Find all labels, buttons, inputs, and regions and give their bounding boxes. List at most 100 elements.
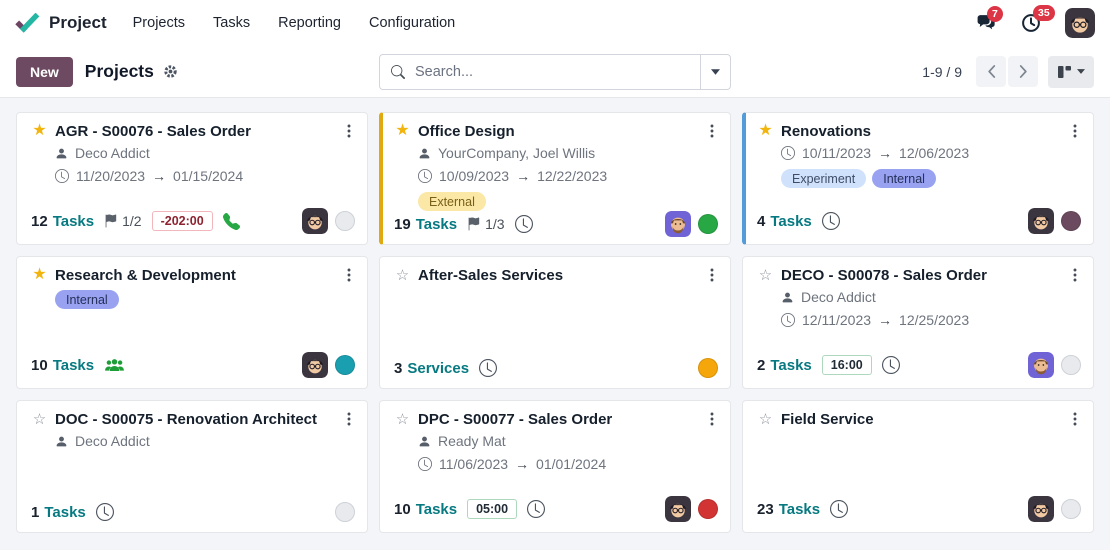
settings-gear-icon[interactable] [163,64,178,79]
search-input[interactable] [407,63,700,80]
avatar-glasses[interactable] [302,208,328,234]
project-card[interactable]: ☆ Field Service 23 Tasks [742,400,1094,533]
menu-item-reporting[interactable]: Reporting [278,0,341,46]
recurrent-clock-icon[interactable] [479,359,498,377]
record-count-link[interactable]: 4 Tasks [757,213,812,230]
kebab-menu-icon[interactable] [706,122,718,140]
card-header: ☆ Field Service [757,410,1081,428]
status-indicator[interactable] [698,499,718,519]
recurrent-clock-icon[interactable] [95,503,114,521]
project-title[interactable]: Renovations [781,123,871,140]
status-indicator[interactable] [1061,355,1081,375]
avatar-glasses[interactable] [665,496,691,522]
tag-external[interactable]: External [418,192,486,211]
project-title[interactable]: AGR - S00076 - Sales Order [55,123,251,140]
view-switcher-button[interactable] [1048,55,1094,88]
menu-item-configuration[interactable]: Configuration [369,0,455,46]
kebab-menu-icon[interactable] [1069,266,1081,284]
tag-internal[interactable]: Internal [55,290,119,309]
status-indicator[interactable] [335,355,355,375]
recurrent-clock-icon[interactable] [527,500,546,518]
caret-down-icon [711,68,720,75]
status-indicator[interactable] [1061,499,1081,519]
milestone-progress[interactable]: 1/2 [104,213,142,229]
project-title[interactable]: Research & Development [55,267,236,284]
status-indicator[interactable] [335,211,355,231]
project-title[interactable]: DPC - S00077 - Sales Order [418,411,612,428]
allocated-time-badge[interactable]: 05:00 [467,499,518,519]
recurrent-clock-icon[interactable] [830,500,849,518]
menu-item-projects[interactable]: Projects [133,0,185,46]
kebab-menu-icon[interactable] [1069,122,1081,140]
record-count-link[interactable]: 3 Services [394,360,469,377]
record-count-link[interactable]: 19 Tasks [394,216,457,233]
messages-button[interactable]: 7 [975,6,1003,32]
record-count-link[interactable]: 10 Tasks [394,501,457,518]
star-icon[interactable]: ★ [31,267,48,283]
project-title[interactable]: DECO - S00078 - Sales Order [781,267,987,284]
phone-icon[interactable] [222,212,240,230]
star-icon[interactable]: ★ [757,123,774,139]
project-title[interactable]: After-Sales Services [418,267,563,284]
status-indicator[interactable] [698,358,718,378]
kebab-menu-icon[interactable] [1069,410,1081,428]
pager-previous-button[interactable] [976,56,1006,87]
app-menu-brand[interactable]: Project [15,12,107,34]
avatar-glasses[interactable] [1028,208,1054,234]
project-card[interactable]: ☆ After-Sales Services 3 Services [379,256,731,389]
recurrent-clock-icon[interactable] [881,356,900,374]
star-icon[interactable]: ★ [31,123,48,139]
kebab-menu-icon[interactable] [343,410,355,428]
record-count-link[interactable]: 1 Tasks [31,504,86,521]
kebab-menu-icon[interactable] [343,122,355,140]
project-card[interactable]: ★ Office Design YourCompany, Joel Willis… [379,112,731,245]
recurrent-clock-icon[interactable] [821,212,840,230]
record-count-link[interactable]: 12 Tasks [31,213,94,230]
status-indicator[interactable] [698,214,718,234]
activities-button[interactable]: 35 [1021,5,1055,33]
project-card[interactable]: ☆ DOC - S00075 - Renovation Architect De… [16,400,368,533]
project-title[interactable]: Field Service [781,411,874,428]
status-indicator[interactable] [335,502,355,522]
allocated-time-badge[interactable]: 16:00 [821,355,872,375]
menu-item-tasks[interactable]: Tasks [213,0,250,46]
star-icon[interactable]: ☆ [31,412,48,427]
star-icon[interactable]: ☆ [757,412,774,427]
project-card[interactable]: ★ Renovations 10/11/2023 → 12/06/2023 Ex… [742,112,1094,245]
tag-internal[interactable]: Internal [872,169,936,188]
star-icon[interactable]: ☆ [394,268,411,283]
record-count-label: Tasks [52,212,95,230]
kebab-menu-icon[interactable] [343,266,355,284]
record-count-link[interactable]: 10 Tasks [31,357,94,374]
pager-next-button[interactable] [1008,56,1038,87]
project-card[interactable]: ☆ DPC - S00077 - Sales Order Ready Mat 1… [379,400,731,533]
new-button[interactable]: New [16,56,73,87]
project-card[interactable]: ☆ DECO - S00078 - Sales Order Deco Addic… [742,256,1094,389]
tag-experiment[interactable]: Experiment [781,169,867,188]
kebab-menu-icon[interactable] [706,266,718,284]
star-icon[interactable]: ★ [394,123,411,139]
project-card[interactable]: ★ Research & Development Internal 10 Tas… [16,256,368,389]
status-indicator[interactable] [1061,211,1081,231]
record-count-link[interactable]: 2 Tasks [757,357,812,374]
project-card[interactable]: ★ AGR - S00076 - Sales Order Deco Addict… [16,112,368,245]
avatar-glasses[interactable] [302,352,328,378]
avatar-beard[interactable] [1028,352,1054,378]
person-icon [55,435,68,448]
project-title[interactable]: Office Design [418,123,515,140]
recurrent-clock-icon[interactable] [514,215,533,233]
search-filter-toggle[interactable] [700,54,730,89]
user-avatar[interactable] [1065,8,1095,38]
star-icon[interactable]: ☆ [757,268,774,283]
star-icon[interactable]: ☆ [394,412,411,427]
person-icon [418,435,431,448]
collaborators-icon[interactable] [104,357,125,373]
avatar-beard[interactable] [665,211,691,237]
project-title[interactable]: DOC - S00075 - Renovation Architect [55,411,317,428]
milestone-progress[interactable]: 1/3 [467,216,505,232]
card-footer: 4 Tasks [757,208,1081,234]
record-count-link[interactable]: 23 Tasks [757,501,820,518]
avatar-glasses[interactable] [1028,496,1054,522]
kebab-menu-icon[interactable] [706,410,718,428]
allocated-time-badge[interactable]: -202:00 [151,211,213,231]
